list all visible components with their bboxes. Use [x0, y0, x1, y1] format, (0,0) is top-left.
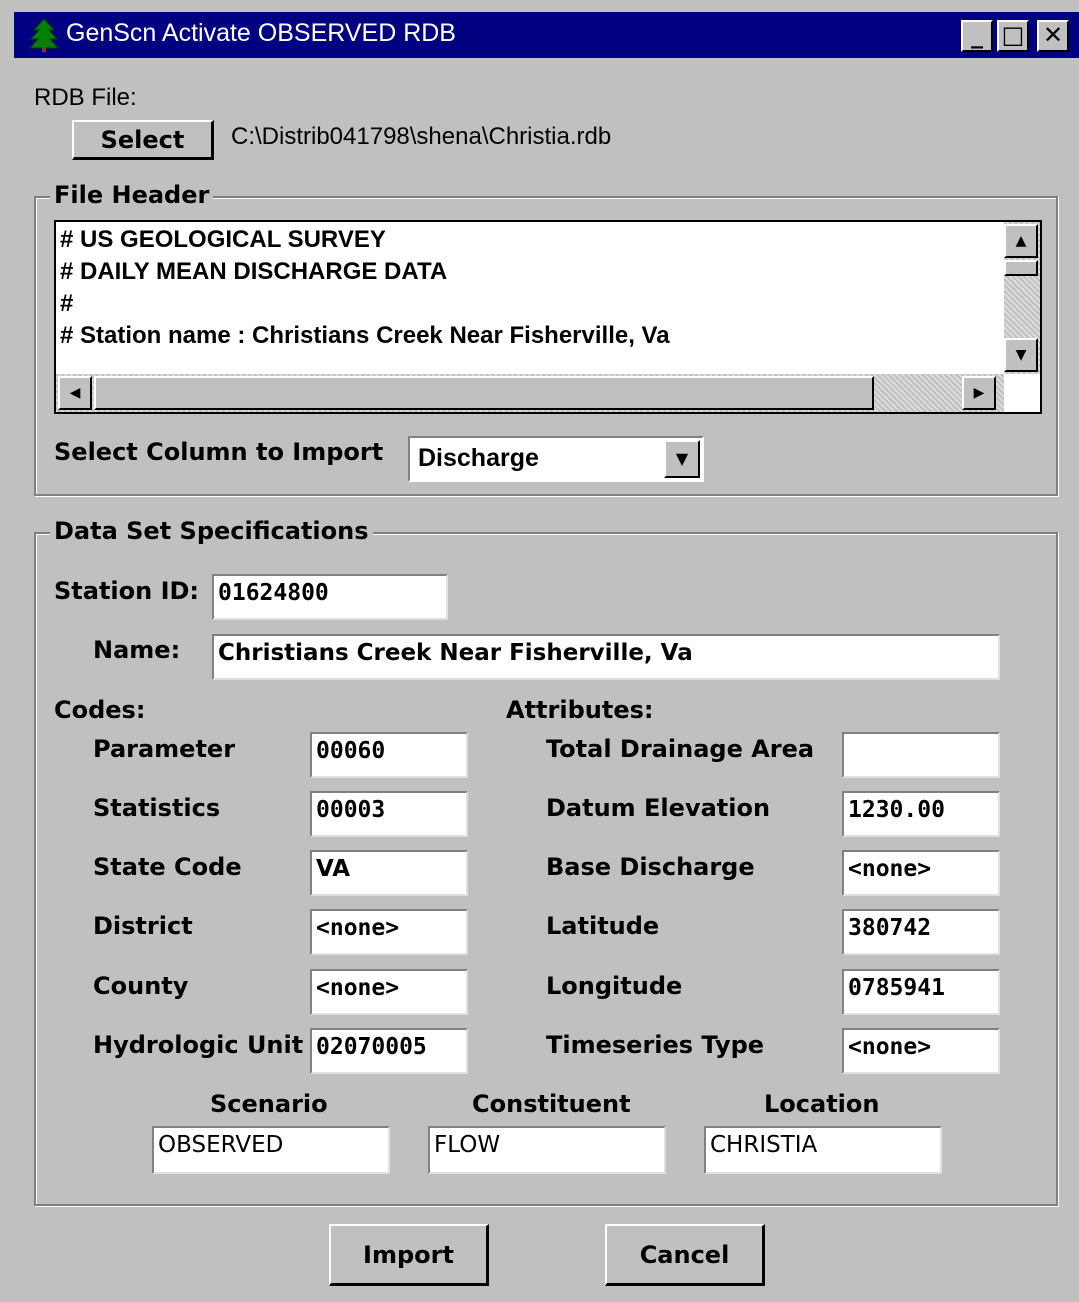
- dialog-window: GenScn Activate OBSERVED RDB _ □ ✕ RDB F…: [0, 0, 1079, 1302]
- scroll-left-icon[interactable]: ◀: [58, 376, 92, 410]
- latitude-label: Latitude: [546, 912, 660, 940]
- header-line: #: [60, 290, 74, 317]
- hydrologic-unit-label: Hydrologic Unit: [93, 1031, 304, 1059]
- name-label: Name:: [93, 636, 181, 664]
- file-header-textbox[interactable]: # US GEOLOGICAL SURVEY # DAILY MEAN DISC…: [54, 220, 1042, 414]
- longitude-label: Longitude: [546, 972, 683, 1000]
- import-button[interactable]: Import: [329, 1224, 489, 1286]
- vertical-scroll-thumb[interactable]: [1004, 260, 1038, 276]
- statistics-label: Statistics: [93, 794, 221, 822]
- header-line: # US GEOLOGICAL SURVEY: [60, 226, 386, 253]
- window-title: GenScn Activate OBSERVED RDB: [66, 19, 456, 47]
- parameter-label: Parameter: [93, 735, 236, 763]
- header-line: # Station name : Christians Creek Near F…: [60, 322, 670, 349]
- total-drainage-area-field[interactable]: [842, 732, 1000, 778]
- county-field[interactable]: <none>: [310, 969, 468, 1015]
- cancel-button[interactable]: Cancel: [605, 1224, 765, 1286]
- datum-elevation-label: Datum Elevation: [546, 794, 771, 822]
- longitude-field[interactable]: 0785941: [842, 969, 1000, 1015]
- attributes-label: Attributes:: [506, 696, 654, 724]
- title-bar[interactable]: GenScn Activate OBSERVED RDB _ □ ✕: [14, 12, 1079, 58]
- timeseries-type-field[interactable]: <none>: [842, 1028, 1000, 1074]
- data-set-specifications-label: Data Set Specifications: [50, 517, 373, 545]
- base-discharge-label: Base Discharge: [546, 853, 755, 881]
- tree-icon: [28, 18, 60, 52]
- header-line: # DAILY MEAN DISCHARGE DATA: [60, 258, 448, 285]
- scroll-down-icon[interactable]: ▼: [1004, 338, 1038, 372]
- constituent-field[interactable]: FLOW: [428, 1126, 666, 1174]
- name-field[interactable]: Christians Creek Near Fisherville, Va: [212, 634, 1000, 680]
- state-code-field[interactable]: VA: [310, 850, 468, 896]
- select-column-label: Select Column to Import: [54, 438, 384, 466]
- maximize-button[interactable]: □: [997, 20, 1029, 52]
- parameter-field[interactable]: 00060: [310, 732, 468, 778]
- county-label: County: [93, 972, 189, 1000]
- latitude-field[interactable]: 380742: [842, 909, 1000, 955]
- select-file-button[interactable]: Select: [72, 120, 214, 160]
- datum-elevation-field[interactable]: 1230.00: [842, 791, 1000, 837]
- base-discharge-field[interactable]: <none>: [842, 850, 1000, 896]
- district-field[interactable]: <none>: [310, 909, 468, 955]
- file-header-label: File Header: [50, 181, 214, 209]
- minimize-button[interactable]: _: [961, 20, 993, 52]
- constituent-label: Constituent: [472, 1090, 631, 1118]
- close-button[interactable]: ✕: [1037, 20, 1069, 52]
- rdb-file-label: RDB File:: [34, 84, 137, 111]
- select-column-value: Discharge: [418, 444, 539, 472]
- rdb-file-path: C:\Distrib041798\shena\Christia.rdb: [231, 123, 612, 150]
- state-code-label: State Code: [93, 853, 242, 881]
- location-label: Location: [764, 1090, 880, 1118]
- select-column-dropdown[interactable]: Discharge ▼: [408, 436, 704, 482]
- total-drainage-area-label: Total Drainage Area: [546, 735, 815, 763]
- district-label: District: [93, 912, 193, 940]
- horizontal-scroll-thumb[interactable]: [94, 376, 874, 410]
- station-id-field[interactable]: 01624800: [212, 574, 448, 620]
- statistics-field[interactable]: 00003: [310, 791, 468, 837]
- scenario-field[interactable]: OBSERVED: [152, 1126, 390, 1174]
- codes-label: Codes:: [54, 696, 146, 724]
- hydrologic-unit-field[interactable]: 02070005: [310, 1028, 468, 1074]
- timeseries-type-label: Timeseries Type: [546, 1031, 765, 1059]
- scroll-up-icon[interactable]: ▲: [1004, 224, 1038, 258]
- station-id-label: Station ID:: [54, 577, 200, 605]
- location-field[interactable]: CHRISTIA: [704, 1126, 942, 1174]
- chevron-down-icon[interactable]: ▼: [664, 440, 700, 478]
- scenario-label: Scenario: [210, 1090, 328, 1118]
- scroll-right-icon[interactable]: ▶: [962, 376, 996, 410]
